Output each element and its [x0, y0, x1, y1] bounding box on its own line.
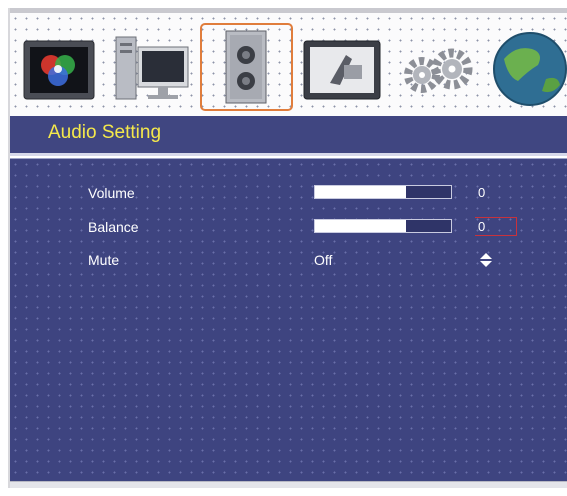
tab-language[interactable] — [488, 23, 567, 111]
title-bar: Audio Setting — [10, 116, 567, 153]
balance-value-box[interactable]: 0 — [475, 217, 517, 236]
divider — [10, 153, 567, 156]
gears-icon — [404, 48, 473, 93]
tab-setup[interactable] — [392, 23, 480, 111]
balance-label: Balance — [88, 219, 139, 235]
volume-slider[interactable] — [314, 185, 452, 199]
tab-image-adjust[interactable] — [300, 23, 384, 111]
mute-label: Mute — [88, 252, 120, 268]
page-title: Audio Setting — [48, 122, 162, 143]
osd-menu: Audio Setting Volume 0 Balance 0 Mute Of… — [8, 8, 567, 488]
balance-value: 0 — [478, 219, 486, 234]
screen-icon — [303, 40, 381, 100]
globe-icon — [493, 32, 567, 106]
settings-panel: Volume 0 Balance 0 Mute Off — [10, 159, 567, 481]
balance-slider[interactable] — [314, 219, 452, 233]
volume-label: Volume — [88, 185, 135, 201]
bottom-border — [10, 481, 567, 488]
volume-value: 0 — [478, 185, 486, 200]
menu-icon-bar — [10, 13, 567, 116]
computer-icon — [115, 36, 189, 100]
tab-audio[interactable] — [200, 23, 293, 111]
balance-slider-fill — [315, 220, 407, 232]
speaker-icon — [225, 30, 267, 104]
tab-source[interactable] — [108, 23, 194, 111]
tab-picture[interactable] — [20, 23, 98, 111]
color-monitor-icon — [23, 40, 95, 100]
up-down-arrow-icon[interactable] — [479, 252, 493, 268]
volume-slider-fill — [315, 186, 407, 198]
mute-value: Off — [314, 252, 333, 268]
